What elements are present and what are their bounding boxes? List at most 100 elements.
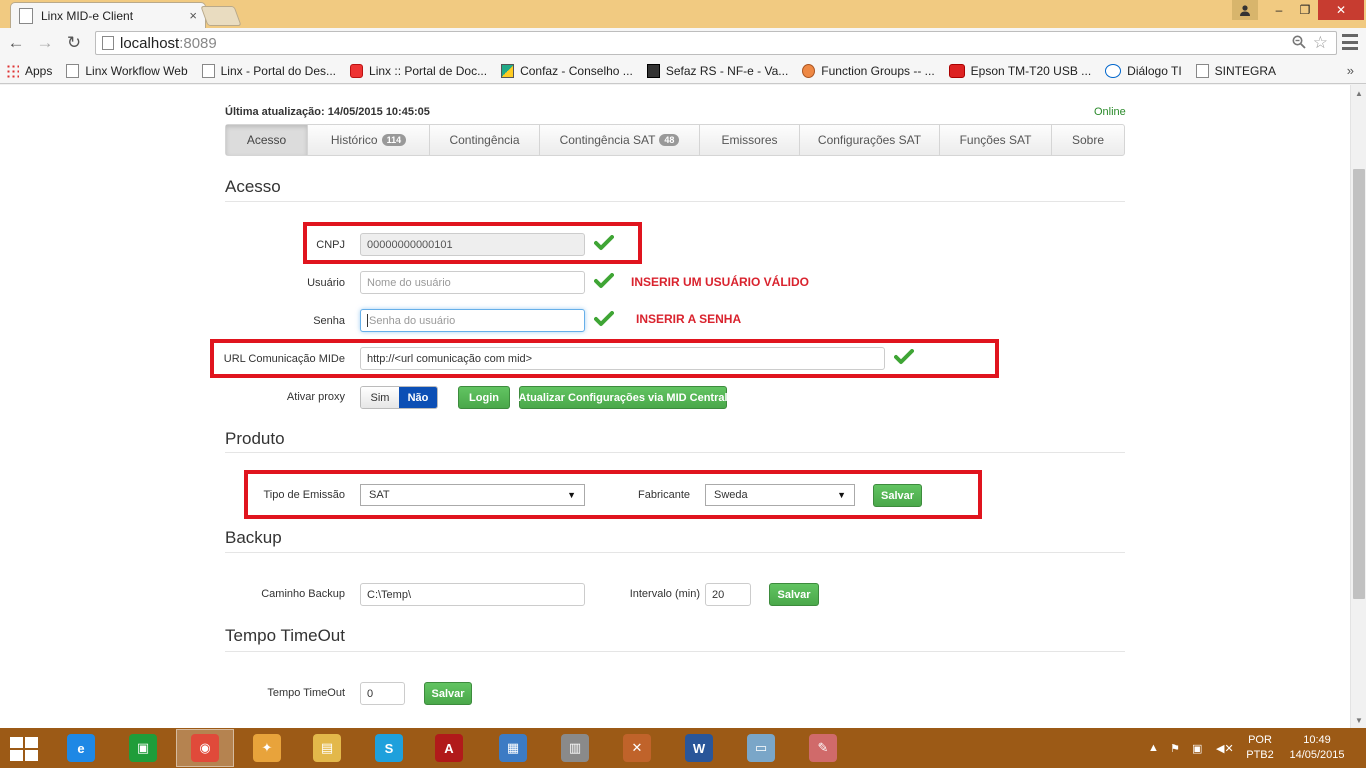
bookmark-item[interactable]: Linx - Portal do Des... xyxy=(201,63,336,78)
taskbar-app[interactable]: A xyxy=(420,729,478,767)
tab-hist-rico[interactable]: Histórico 114 xyxy=(308,125,430,155)
tab-label: Contingência xyxy=(449,133,520,147)
action-center-flag-icon[interactable]: ⚑ xyxy=(1170,728,1180,768)
tab-label: Funções SAT xyxy=(959,133,1032,147)
device-icon: ▥ xyxy=(561,734,589,762)
youtube-icon xyxy=(948,63,965,78)
section-title-produto: Produto xyxy=(225,429,285,448)
bookmark-item[interactable]: Apps xyxy=(6,63,53,78)
scroll-down-arrow-icon[interactable]: ▼ xyxy=(1351,712,1366,728)
login-button[interactable]: Login xyxy=(458,386,510,409)
bookmark-item[interactable]: SINTEGRA xyxy=(1195,63,1276,78)
window-titlebar: Linx MID-e Client × – ❐ ✕ xyxy=(0,0,1366,28)
usuario-field[interactable]: Nome do usuário xyxy=(360,271,585,294)
bookmark-item[interactable]: Linx :: Portal de Doc... xyxy=(350,63,487,78)
timeout-label: Tempo TimeOut xyxy=(267,687,345,699)
maximize-button[interactable]: ❐ xyxy=(1290,0,1320,20)
windows-taskbar: e ▣ ◉ ✦ ▤ S A ▦ ▥ ✕ W ▭ ✎ ▲ ⚑ ▣ ◀✕ POR PTB2 10:49 14… xyxy=(0,728,1366,768)
taskbar-app[interactable]: W xyxy=(670,729,728,767)
close-window-button[interactable]: ✕ xyxy=(1318,0,1364,20)
caminho-backup-field[interactable]: C:\Temp\ xyxy=(360,583,585,606)
taskbar-app[interactable]: ◉ xyxy=(176,729,234,767)
proxy-nao-option[interactable]: Não xyxy=(399,387,437,408)
taskbar-app[interactable]: ▥ xyxy=(546,729,604,767)
proxy-sim-option[interactable]: Sim xyxy=(361,387,399,408)
bookmark-star-icon[interactable]: ☆ xyxy=(1313,33,1328,53)
forward-button[interactable]: → xyxy=(34,32,56,54)
bookmark-label: Epson TM-T20 USB ... xyxy=(970,63,1092,78)
chrome-menu-icon[interactable] xyxy=(1342,34,1358,50)
xmind-icon: ✕ xyxy=(623,734,651,762)
clock-date: 14/05/2015 xyxy=(1289,749,1345,761)
back-button[interactable]: ← xyxy=(5,32,27,54)
last-update-value: 14/05/2015 10:45:05 xyxy=(327,106,430,118)
update-config-button[interactable]: Atualizar Configurações via MID Central xyxy=(518,386,728,409)
tab-conting-ncia-sat[interactable]: Contingência SAT 48 xyxy=(540,125,700,155)
bookmark-item[interactable]: Epson TM-T20 USB ... xyxy=(948,63,1092,78)
taskbar-app[interactable]: e xyxy=(52,729,110,767)
start-button[interactable] xyxy=(8,736,40,762)
taskbar-app[interactable]: ✎ xyxy=(794,729,852,767)
tab-acesso[interactable]: Acesso xyxy=(226,125,308,155)
address-bar[interactable]: localhost:8089 ☆ xyxy=(95,31,1337,55)
skype-icon: S xyxy=(375,734,403,762)
tab-emissores[interactable]: Emissores xyxy=(700,125,800,155)
clock[interactable]: 10:49 14/05/2015 xyxy=(1282,733,1352,763)
bookmark-label: Apps xyxy=(25,63,53,78)
tab-conting-ncia[interactable]: Contingência xyxy=(430,125,540,155)
highlight-box-cnpj xyxy=(303,222,642,264)
senha-field[interactable]: Senha do usuário xyxy=(360,309,585,332)
taskbar-app[interactable]: ▦ xyxy=(484,729,542,767)
linx-icon xyxy=(350,63,364,78)
timeout-save-button[interactable]: Salvar xyxy=(424,682,472,705)
tab-configura-es-sat[interactable]: Configurações SAT xyxy=(800,125,940,155)
backup-save-button[interactable]: Salvar xyxy=(769,583,819,606)
text-caret xyxy=(367,314,368,327)
network-icon[interactable]: ▣ xyxy=(1192,728,1202,768)
page-icon xyxy=(201,63,215,78)
bookmark-item[interactable]: Linx Workflow Web xyxy=(66,63,188,78)
scroll-up-arrow-icon[interactable]: ▲ xyxy=(1351,85,1366,101)
last-update: Última atualização: 14/05/2015 10:45:05 xyxy=(225,106,430,118)
taskbar-app[interactable]: ▤ xyxy=(298,729,356,767)
flag-icon xyxy=(501,63,515,78)
vertical-scrollbar[interactable]: ▲ ▼ xyxy=(1350,85,1366,728)
input-language[interactable]: POR PTB2 xyxy=(1240,733,1280,763)
senha-label: Senha xyxy=(313,315,345,327)
taskbar-app[interactable]: ✦ xyxy=(238,729,296,767)
bookmark-item[interactable]: Confaz - Conselho ... xyxy=(501,63,633,78)
taskbar-app[interactable]: ▭ xyxy=(732,729,790,767)
caminho-backup-label: Caminho Backup xyxy=(261,588,345,600)
page-icon xyxy=(102,36,114,50)
browser-tab[interactable]: Linx MID-e Client × xyxy=(10,2,206,28)
section-divider xyxy=(225,201,1125,202)
tab-sobre[interactable]: Sobre xyxy=(1052,125,1124,155)
intervalo-field[interactable]: 20 xyxy=(705,583,751,606)
tray-up-arrow-icon[interactable]: ▲ xyxy=(1148,728,1159,768)
new-tab-button[interactable] xyxy=(200,6,242,26)
timeout-field[interactable]: 0 xyxy=(360,682,405,705)
check-icon xyxy=(594,273,614,289)
tab-label: Contingência SAT xyxy=(559,133,656,147)
bookmark-item[interactable]: Sefaz RS - NF-e - Va... xyxy=(646,63,788,78)
bookmark-item[interactable]: Function Groups -- ... xyxy=(802,63,935,78)
zoom-icon[interactable] xyxy=(1292,35,1306,52)
bookmark-item[interactable]: Diálogo TI xyxy=(1105,63,1182,78)
tab-fun-es-sat[interactable]: Funções SAT xyxy=(940,125,1052,155)
bookmark-label: Confaz - Conselho ... xyxy=(520,63,633,78)
proxy-toggle[interactable]: Sim Não xyxy=(360,386,438,409)
scrollbar-thumb[interactable] xyxy=(1353,169,1365,599)
paint-icon: ✎ xyxy=(809,734,837,762)
url-port: :8089 xyxy=(179,34,217,52)
volume-muted-icon[interactable]: ◀✕ xyxy=(1216,728,1234,768)
taskbar-app[interactable]: S xyxy=(360,729,418,767)
user-profile-icon[interactable] xyxy=(1232,0,1258,20)
taskbar-app[interactable]: ▣ xyxy=(114,729,172,767)
notepad-icon: ▭ xyxy=(747,734,775,762)
tab-close-icon[interactable]: × xyxy=(189,8,197,23)
taskbar-app[interactable]: ✕ xyxy=(608,729,666,767)
bookmarks-more-icon[interactable]: » xyxy=(1347,63,1354,78)
bookmark-label: Linx Workflow Web xyxy=(85,63,188,78)
reload-button[interactable]: ↻ xyxy=(63,32,85,54)
senha-placeholder: Senha do usuário xyxy=(369,314,456,327)
